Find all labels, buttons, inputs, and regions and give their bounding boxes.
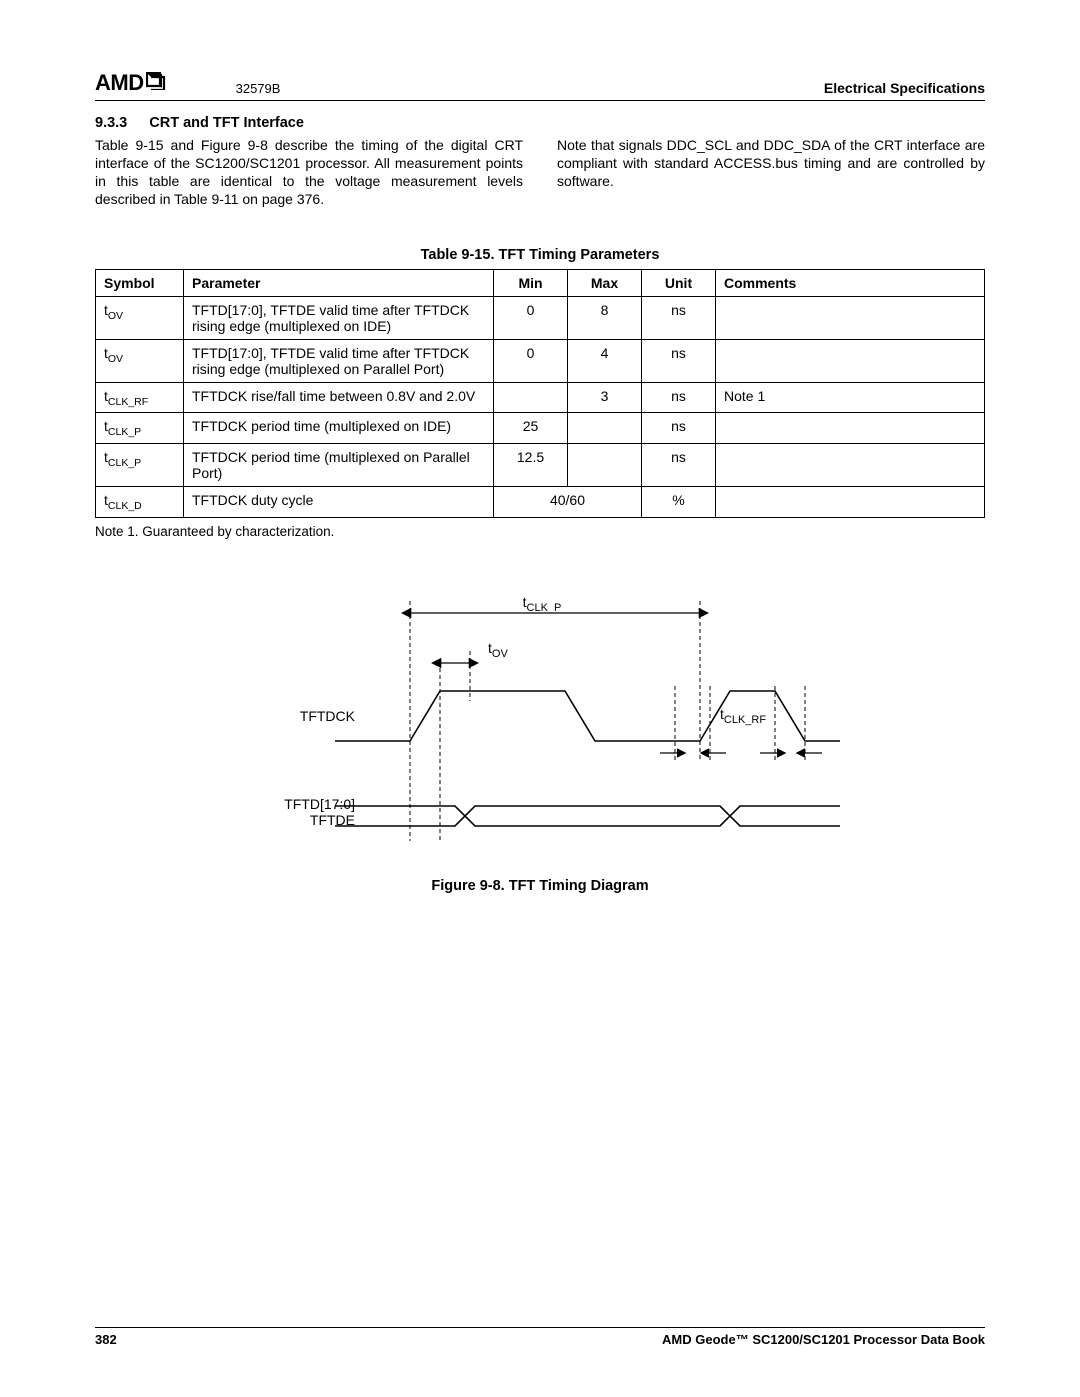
th-symbol: Symbol [96,269,184,296]
header-section-title: Electrical Specifications [824,80,985,96]
timing-figure: tCLK_P tOV TFTDCK tCLK_RF TFTD[17:0] TFT… [95,591,985,854]
cell-parameter: TFTDCK period time (multiplexed on IDE) [184,413,494,444]
cell-comments [716,339,985,382]
svg-text:tCLK_P: tCLK_P [523,594,562,614]
body-columns: Table 9-15 and Figure 9-8 describe the t… [95,137,985,209]
section-heading: 9.3.3 CRT and TFT Interface [95,115,985,131]
cell-symbol: tOV [96,296,184,339]
table-caption: Table 9-15. TFT Timing Parameters [95,247,985,263]
cell-comments [716,444,985,487]
cell-unit: ns [642,296,716,339]
cell-max: 3 [568,382,642,413]
th-parameter: Parameter [184,269,494,296]
cell-comments: Note 1 [716,382,985,413]
amd-arrow-icon [146,70,166,96]
section-number: 9.3.3 [95,115,127,131]
page-number: 382 [95,1332,117,1347]
cell-parameter: TFTD[17:0], TFTDE valid time after TFTDC… [184,296,494,339]
cell-parameter: TFTDCK duty cycle [184,487,494,518]
cell-max: 8 [568,296,642,339]
svg-text:TFTDCK: TFTDCK [300,708,356,724]
figure-caption: Figure 9-8. TFT Timing Diagram [95,878,985,894]
table-row: tCLK_PTFTDCK period time (multiplexed on… [96,413,985,444]
right-column: Note that signals DDC_SCL and DDC_SDA of… [557,137,985,209]
th-max: Max [568,269,642,296]
table-note: Note 1. Guaranteed by characterization. [95,524,985,539]
cell-max: 4 [568,339,642,382]
table-row: tOVTFTD[17:0], TFTDE valid time after TF… [96,296,985,339]
cell-comments [716,487,985,518]
page-header: AMD 32579B Electrical Specifications [95,70,985,101]
left-column: Table 9-15 and Figure 9-8 describe the t… [95,137,523,209]
cell-comments [716,296,985,339]
cell-min: 0 [494,339,568,382]
th-unit: Unit [642,269,716,296]
svg-text:tCLK_RF: tCLK_RF [720,706,766,726]
th-min: Min [494,269,568,296]
amd-logo: AMD [95,70,166,96]
cell-symbol: tCLK_P [96,444,184,487]
table-row: tCLK_RFTFTDCK rise/fall time between 0.8… [96,382,985,413]
cell-max [568,444,642,487]
cell-symbol: tCLK_D [96,487,184,518]
cell-min [494,382,568,413]
cell-unit: ns [642,382,716,413]
cell-comments [716,413,985,444]
footer-title: AMD Geode™ SC1200/SC1201 Processor Data … [662,1332,985,1347]
svg-text:TFTD[17:0]: TFTD[17:0] [284,796,355,812]
cell-unit: ns [642,444,716,487]
cell-max [568,413,642,444]
cell-parameter: TFTD[17:0], TFTDE valid time after TFTDC… [184,339,494,382]
page-footer: 382 AMD Geode™ SC1200/SC1201 Processor D… [95,1327,985,1347]
cell-symbol: tCLK_RF [96,382,184,413]
cell-unit: ns [642,413,716,444]
cell-unit: % [642,487,716,518]
svg-text:tOV: tOV [488,640,508,660]
cell-symbol: tCLK_P [96,413,184,444]
doc-number: 32579B [236,81,281,96]
cell-parameter: TFTDCK period time (multiplexed on Paral… [184,444,494,487]
cell-min: 25 [494,413,568,444]
cell-min: 0 [494,296,568,339]
table-row: tOVTFTD[17:0], TFTDE valid time after TF… [96,339,985,382]
cell-min: 12.5 [494,444,568,487]
logo-text: AMD [95,70,144,96]
table-row: tCLK_PTFTDCK period time (multiplexed on… [96,444,985,487]
timing-table: Symbol Parameter Min Max Unit Comments t… [95,269,985,518]
cell-unit: ns [642,339,716,382]
section-title: CRT and TFT Interface [149,115,304,131]
cell-parameter: TFTDCK rise/fall time between 0.8V and 2… [184,382,494,413]
table-row: tCLK_DTFTDCK duty cycle40/60% [96,487,985,518]
th-comments: Comments [716,269,985,296]
cell-symbol: tOV [96,339,184,382]
cell-minmax: 40/60 [494,487,642,518]
